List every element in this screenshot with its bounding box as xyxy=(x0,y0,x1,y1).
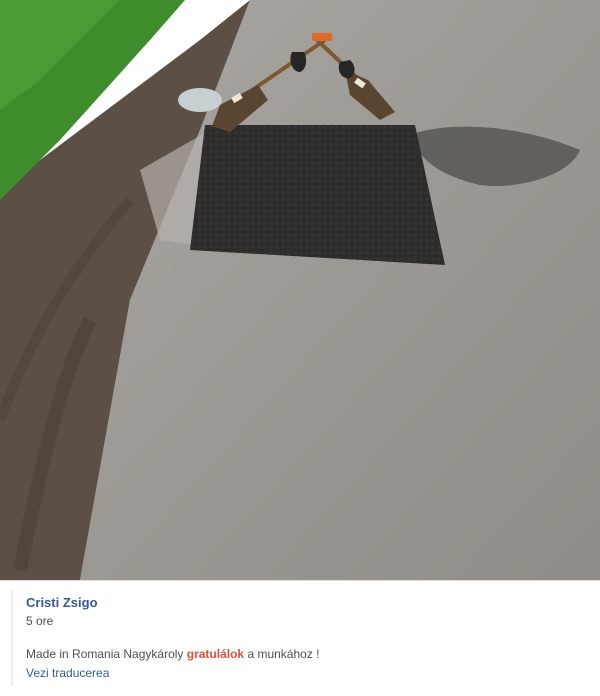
pothole-photo-illustration xyxy=(0,0,600,580)
post-photo[interactable] xyxy=(0,0,600,581)
message-prefix: Made in Romania Nagykároly xyxy=(26,647,187,661)
post-meta: Cristi Zsigo 5 ore Made in Romania Nagyk… xyxy=(11,590,593,686)
post-time[interactable]: 5 ore xyxy=(26,614,53,628)
message-suffix: a munkához ! xyxy=(244,647,320,661)
post-message: Made in Romania Nagykároly gratulálok a … xyxy=(26,647,319,661)
see-translation-link[interactable]: Vezi traducerea xyxy=(26,666,109,680)
facebook-post: Cristi Zsigo 5 ore Made in Romania Nagyk… xyxy=(0,0,600,696)
author-name[interactable]: Cristi Zsigo xyxy=(26,595,98,610)
message-highlight[interactable]: gratulálok xyxy=(187,647,244,661)
